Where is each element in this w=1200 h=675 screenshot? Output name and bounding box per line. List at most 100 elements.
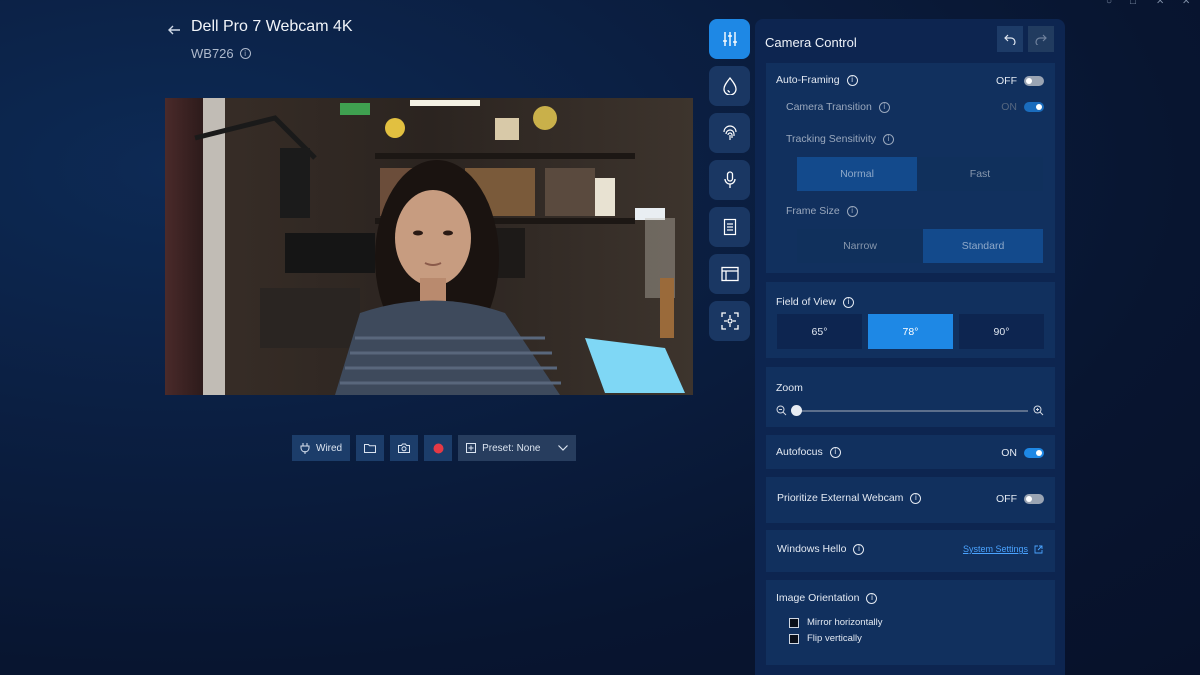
connection-label: Wired [316, 442, 343, 454]
info-icon[interactable]: i [853, 543, 865, 555]
system-settings-link[interactable]: System Settings [963, 544, 1043, 554]
preview-toolbar: Wired Preset: None [292, 435, 577, 461]
flip-label: Flip vertically [807, 633, 862, 644]
tracking-normal-option[interactable]: Normal [797, 157, 917, 191]
zoom-text: Zoom [776, 382, 803, 394]
drop-icon [722, 77, 737, 95]
prioritize-external-toggle[interactable] [1024, 494, 1044, 504]
camera-transition-state: ON [1001, 101, 1017, 113]
nav-layout[interactable] [709, 254, 750, 294]
info-icon[interactable]: i [883, 133, 895, 145]
window-layout-icon [720, 266, 739, 282]
undo-button[interactable] [997, 26, 1023, 52]
image-orientation-text: Image Orientation [776, 592, 860, 604]
nav-camera-control[interactable] [709, 19, 750, 59]
fov-90-option[interactable]: 90° [959, 314, 1044, 349]
info-icon[interactable]: i [910, 492, 922, 504]
mirror-row: Mirror horizontally [789, 617, 883, 628]
nav-framing[interactable] [709, 301, 750, 341]
autofocus-text: Autofocus [776, 446, 823, 458]
focus-frame-icon [720, 312, 739, 330]
info-icon[interactable]: i [846, 205, 858, 217]
plug-icon [300, 442, 310, 454]
preset-label: Preset: None [482, 442, 541, 454]
tracking-fast-option[interactable]: Fast [917, 157, 1043, 191]
windows-hello-text: Windows Hello [777, 543, 847, 555]
camera-transition-toggle[interactable] [1024, 102, 1044, 112]
device-title: Dell Pro 7 Webcam 4K [191, 18, 353, 35]
auto-framing-label: Auto-Framing i [776, 74, 858, 86]
flip-row: Flip vertically [789, 633, 862, 644]
auto-framing-text: Auto-Framing [776, 74, 840, 86]
zoom-slider-track[interactable] [794, 410, 1028, 412]
prioritize-external-card: Prioritize External Webcam i OFF [766, 477, 1055, 523]
preview-scene [165, 98, 693, 395]
window-control-icon[interactable]: ✕ [1182, 0, 1190, 7]
zoom-label: Zoom [776, 382, 803, 394]
folder-icon [364, 444, 377, 453]
autofocus-state: ON [1001, 447, 1017, 459]
frame-size-text: Frame Size [786, 205, 840, 217]
microphone-icon [723, 171, 736, 188]
mirror-checkbox[interactable] [789, 617, 799, 628]
record-icon [433, 443, 444, 453]
zoom-slider-thumb[interactable] [791, 405, 802, 416]
autofocus-toggle-wrap: ON [1001, 447, 1044, 459]
window-close-icon[interactable]: ✕ [1156, 0, 1164, 7]
frame-size-label: Frame Size i [786, 205, 858, 217]
camera-icon [398, 443, 411, 453]
autofocus-card: Autofocus i ON [766, 435, 1055, 469]
zoom-out-icon[interactable] [776, 405, 787, 416]
nav-presence[interactable] [709, 113, 750, 153]
zoom-in-icon[interactable] [1033, 405, 1044, 416]
camera-preview [165, 98, 693, 395]
window-control-icon[interactable]: □ [1130, 0, 1136, 7]
sliders-icon [722, 32, 737, 46]
info-icon[interactable]: i [842, 296, 854, 308]
undo-icon [1004, 34, 1016, 45]
preset-dropdown[interactable]: Preset: None [458, 435, 577, 461]
document-icon [723, 218, 736, 236]
nav-image-adjust[interactable] [709, 66, 750, 106]
flip-checkbox[interactable] [789, 633, 799, 644]
panel-title: Camera Control [765, 35, 857, 50]
record-button[interactable] [424, 435, 453, 461]
autofocus-toggle[interactable] [1024, 448, 1044, 458]
snapshot-button[interactable] [390, 435, 419, 461]
windows-hello-label: Windows Hello i [777, 543, 865, 555]
nav-audio[interactable] [709, 160, 750, 200]
fov-78-option[interactable]: 78° [868, 314, 953, 349]
image-orientation-card: Image Orientation i Mirror horizontally … [766, 580, 1055, 665]
info-icon[interactable]: i [866, 592, 878, 604]
field-of-view-label: Field of View i [776, 296, 854, 308]
frame-narrow-option[interactable]: Narrow [797, 229, 923, 263]
panel-header: Camera Control [755, 19, 1065, 63]
info-icon[interactable]: i [829, 446, 841, 458]
autofocus-label: Autofocus i [776, 446, 841, 458]
back-button[interactable] [164, 20, 184, 40]
camera-control-panel: Camera Control Auto-Framing i OFF Camera… [755, 19, 1065, 675]
window-control-icon[interactable]: ○ [1106, 0, 1112, 7]
device-model-text: WB726 [191, 46, 234, 61]
connection-button[interactable]: Wired [292, 435, 351, 461]
info-icon[interactable]: i [846, 74, 858, 86]
fingerprint-icon [722, 125, 737, 140]
field-of-view-card: Field of View i 65° 78° 90° [766, 282, 1055, 358]
external-link-icon [1034, 545, 1043, 553]
info-icon[interactable]: i [878, 101, 890, 113]
info-icon[interactable]: i [239, 48, 251, 59]
chevron-down-icon [558, 445, 569, 451]
nav-document[interactable] [709, 207, 750, 247]
system-settings-text: System Settings [962, 544, 1028, 554]
redo-button[interactable] [1028, 26, 1054, 52]
auto-framing-toggle[interactable] [1024, 76, 1044, 86]
prioritize-external-text: Prioritize External Webcam [777, 492, 904, 504]
open-folder-button[interactable] [356, 435, 385, 461]
fov-65-option[interactable]: 65° [777, 314, 862, 349]
tracking-sensitivity-text: Tracking Sensitivity [786, 133, 877, 145]
tracking-sensitivity-label: Tracking Sensitivity i [786, 133, 895, 145]
frame-standard-option[interactable]: Standard [923, 229, 1043, 263]
field-of-view-segment: 65° 78° 90° [777, 314, 1044, 349]
prioritize-external-state: OFF [996, 493, 1017, 505]
field-of-view-text: Field of View [776, 296, 836, 308]
